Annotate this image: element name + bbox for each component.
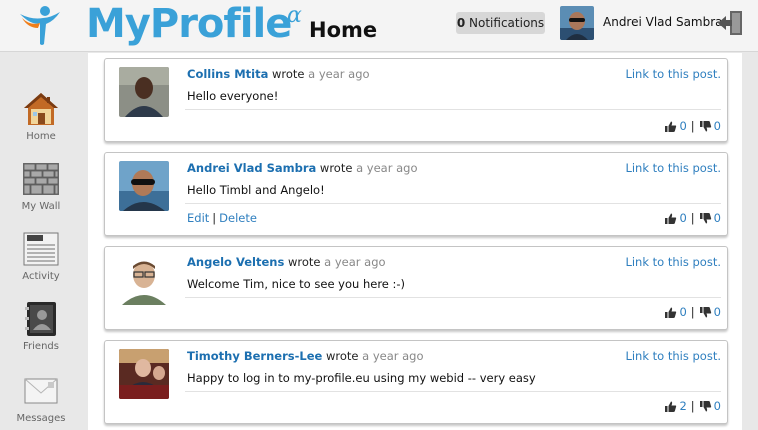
post-text: Happy to log in to my-profile.eu using m… [187, 371, 536, 385]
action-separator: | [212, 211, 217, 225]
post-permalink[interactable]: Link to this post. [625, 67, 721, 82]
post-votes: 0 | 0 [664, 305, 721, 320]
post-text: Welcome Tim, nice to see you here :-) [187, 277, 406, 291]
sidebar-item-label: My Wall [21, 201, 61, 212]
vote-separator: | [690, 305, 695, 319]
post-actions: Edit | Delete [187, 211, 257, 226]
author-avatar[interactable] [119, 67, 169, 117]
post-header: Andrei Vlad Sambra wrote a year ago [187, 161, 418, 176]
post-card: Timothy Berners-Lee wrote a year ago Lin… [104, 340, 728, 424]
post-divider [185, 109, 721, 110]
vote-separator: | [690, 399, 695, 413]
post-votes: 0 | 0 [664, 119, 721, 134]
sidebar-item-friends[interactable]: Friends [0, 301, 82, 353]
sidebar-item-messages[interactable]: Messages [0, 373, 82, 425]
post-permalink[interactable]: Link to this post. [625, 161, 721, 176]
post-time: a year ago [308, 67, 370, 81]
thumbs-down-icon[interactable] [699, 120, 712, 133]
post-divider [185, 297, 721, 298]
user-avatar[interactable] [560, 6, 594, 40]
author-avatar[interactable] [119, 349, 169, 399]
post-author[interactable]: Angelo Veltens [187, 255, 284, 269]
brand-alpha: α [287, 3, 302, 28]
post-author[interactable]: Timothy Berners-Lee [187, 349, 322, 363]
like-count: 0 [679, 305, 687, 319]
dislike-count: 0 [713, 305, 721, 319]
edit-link[interactable]: Edit [187, 211, 209, 225]
post-text: Hello Timbl and Angelo! [187, 183, 325, 197]
delete-link[interactable]: Delete [219, 211, 257, 225]
wall-icon [23, 163, 59, 195]
post-author[interactable]: Collins Mtita [187, 67, 268, 81]
like-count: 0 [679, 119, 687, 133]
author-photo [119, 255, 169, 305]
home-icon [24, 93, 58, 125]
sidebar-item-home[interactable]: Home [0, 91, 82, 143]
post-wrote: wrote [319, 161, 353, 175]
post-time: a year ago [356, 161, 418, 175]
post-header: Collins Mtita wrote a year ago [187, 67, 370, 82]
thumbs-up-icon[interactable] [664, 306, 677, 319]
sidebar-item-label: Activity [22, 271, 60, 282]
brand-title[interactable]: MyProfile [86, 0, 292, 48]
thumbs-down-icon[interactable] [699, 306, 712, 319]
notifications-button[interactable]: 0 Notifications [456, 12, 545, 34]
author-avatar[interactable] [119, 161, 169, 211]
envelope-icon [24, 378, 58, 404]
vote-separator: | [690, 211, 695, 225]
logout-icon[interactable] [716, 8, 746, 38]
thumbs-down-icon[interactable] [699, 400, 712, 413]
vote-separator: | [690, 119, 695, 133]
logo-figure-icon[interactable] [18, 4, 62, 46]
thumbs-down-icon[interactable] [699, 212, 712, 225]
post-card: Collins Mtita wrote a year ago Link to t… [104, 58, 728, 142]
author-photo [119, 161, 169, 211]
post-header: Timothy Berners-Lee wrote a year ago [187, 349, 424, 364]
news-icon [23, 232, 59, 266]
main-feed: Collins Mtita wrote a year ago Link to t… [88, 53, 742, 430]
dislike-count: 0 [713, 399, 721, 413]
author-photo [119, 67, 169, 117]
author-avatar[interactable] [119, 255, 169, 305]
post-divider [185, 391, 721, 392]
post-author[interactable]: Andrei Vlad Sambra [187, 161, 316, 175]
page-title: Home [309, 18, 378, 42]
post-card: Angelo Veltens wrote a year ago Link to … [104, 246, 728, 330]
post-time: a year ago [324, 255, 386, 269]
post-wrote: wrote [287, 255, 321, 269]
sidebar: Home My Wall Activity Friends Messages [0, 53, 86, 430]
post-card: Andrei Vlad Sambra wrote a year ago Link… [104, 152, 728, 236]
like-count: 2 [679, 399, 687, 413]
thumbs-up-icon[interactable] [664, 400, 677, 413]
sidebar-item-my-wall[interactable]: My Wall [0, 161, 82, 213]
post-votes: 0 | 0 [664, 211, 721, 226]
post-header: Angelo Veltens wrote a year ago [187, 255, 386, 270]
post-time: a year ago [362, 349, 424, 363]
thumbs-up-icon[interactable] [664, 120, 677, 133]
post-divider [185, 203, 721, 204]
sidebar-item-activity[interactable]: Activity [0, 231, 82, 283]
dislike-count: 0 [713, 119, 721, 133]
post-votes: 2 | 0 [664, 399, 721, 414]
notifications-label: Notifications [469, 16, 545, 30]
author-photo [119, 349, 169, 399]
header: MyProfile α Home 0 Notifications Andrei … [0, 0, 758, 52]
sidebar-item-label: Home [26, 131, 56, 142]
sidebar-item-label: Messages [16, 413, 66, 424]
post-permalink[interactable]: Link to this post. [625, 349, 721, 364]
post-wrote: wrote [325, 349, 359, 363]
dislike-count: 0 [713, 211, 721, 225]
post-wrote: wrote [272, 67, 305, 81]
address-book-icon [25, 302, 56, 336]
thumbs-up-icon[interactable] [664, 212, 677, 225]
user-avatar-image [560, 6, 594, 40]
like-count: 0 [679, 211, 687, 225]
notifications-count: 0 [456, 16, 466, 30]
post-permalink[interactable]: Link to this post. [625, 255, 721, 270]
post-text: Hello everyone! [187, 89, 279, 103]
user-name[interactable]: Andrei Vlad Sambra [603, 14, 723, 30]
sidebar-item-label: Friends [23, 341, 59, 352]
